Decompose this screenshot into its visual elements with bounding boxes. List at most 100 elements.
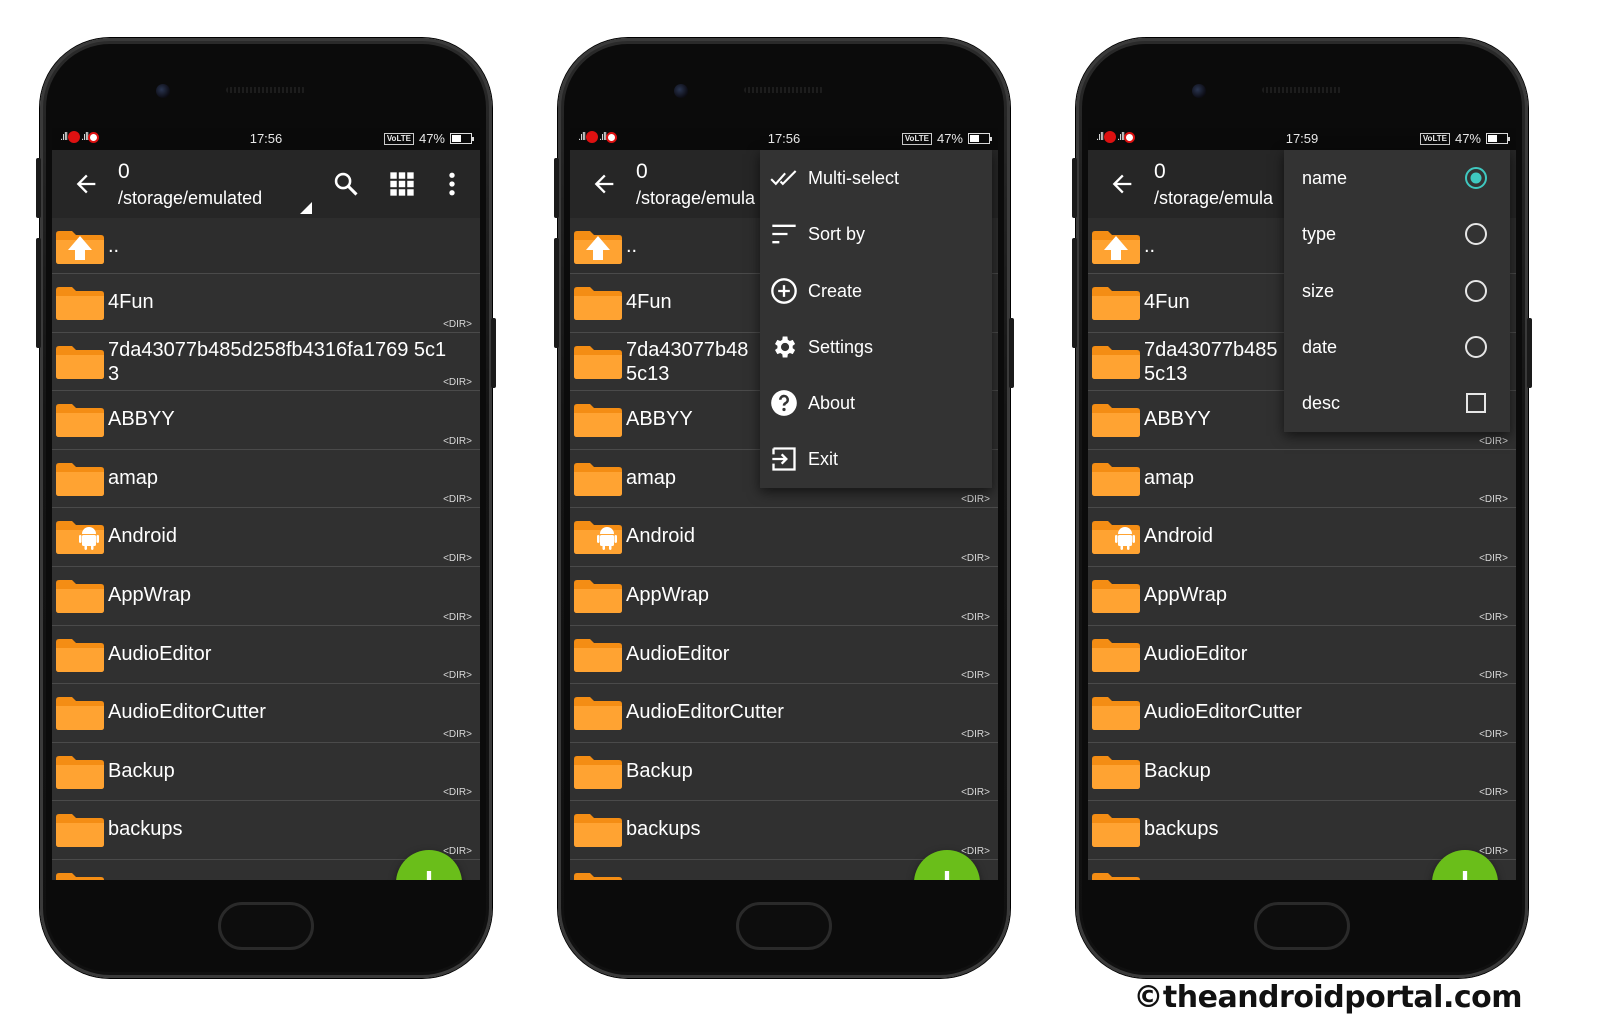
list-item[interactable]: backups <DIR>: [52, 801, 480, 860]
list-item[interactable]: Android <DIR>: [52, 508, 480, 567]
dir-label: <DIR>: [443, 552, 472, 564]
screen: .ıll .ıll 17:56 VoLTE 47% 0 /storage/emul…: [52, 128, 480, 880]
folder-name: AudioEditorCutter: [1144, 701, 1302, 724]
list-item[interactable]: amap <DIR>: [1088, 450, 1516, 509]
list-item[interactable]: AudioEditorCutter <DIR>: [52, 684, 480, 743]
android-folder-icon: [574, 520, 622, 554]
list-item[interactable]: ABBYY <DIR>: [52, 391, 480, 450]
more-options-icon[interactable]: [438, 170, 466, 198]
menu-item-label: Exit: [808, 449, 839, 470]
list-item[interactable]: amap <DIR>: [52, 450, 480, 509]
list-item[interactable]: AudioEditor <DIR>: [570, 626, 998, 685]
dir-label: <DIR>: [443, 494, 472, 506]
list-item[interactable]: 7da43077b485d258fb4316fa1769 5c13 <DIR>: [52, 333, 480, 392]
menu-item-exit[interactable]: Exit: [760, 431, 992, 487]
dir-label: <DIR>: [1479, 552, 1508, 564]
folder-name: Backup: [1144, 759, 1211, 782]
parent-directory-row[interactable]: ..: [52, 218, 480, 274]
menu-item-sort-by[interactable]: Sort by: [760, 206, 992, 262]
folder-name: 4Fun: [1144, 291, 1190, 313]
folder-icon: [1092, 345, 1140, 379]
menu-item-create[interactable]: Create: [760, 263, 992, 319]
battery-icon: [450, 133, 474, 144]
status-bar: .ıll .ıll 17:56 VoLTE 47%: [52, 128, 480, 150]
list-item[interactable]: AudioEditor <DIR>: [52, 626, 480, 685]
list-item[interactable]: backups <DIR>: [1088, 801, 1516, 860]
folder-name: backups: [108, 818, 183, 841]
phone-side-button: [491, 318, 496, 388]
current-path[interactable]: /storage/emula: [1154, 188, 1273, 209]
list-item[interactable]: Android <DIR>: [570, 508, 998, 567]
screen: .ıll .ıll 17:59 VoLTE 47% 0 /storage/emul…: [1088, 128, 1516, 880]
list-item[interactable]: AudioEditorCutter <DIR>: [570, 684, 998, 743]
current-path[interactable]: /storage/emulated: [118, 188, 262, 209]
speaker-grille: [226, 87, 306, 93]
folder-icon: [1092, 755, 1140, 789]
folder-icon: [574, 286, 622, 320]
folder-icon: [56, 872, 104, 880]
grid-view-icon[interactable]: [388, 170, 416, 198]
list-item[interactable]: AppWrap <DIR>: [570, 567, 998, 626]
radio-unselected-icon[interactable]: [1464, 222, 1488, 246]
dir-label: <DIR>: [443, 611, 472, 623]
sort-option-size[interactable]: size: [1284, 263, 1510, 319]
list-item[interactable]: AppWrap <DIR>: [1088, 567, 1516, 626]
folder-name-line-1: 7da43077b48: [626, 338, 749, 361]
speaker-grille: [744, 87, 824, 93]
folder-icon: [574, 345, 622, 379]
file-list: .. 4Fun <DIR> 7da43077b485d258fb4316fa17…: [52, 218, 480, 880]
dir-label: <DIR>: [1479, 728, 1508, 740]
folder-icon: [574, 462, 622, 496]
radio-selected-icon[interactable]: [1464, 166, 1488, 190]
sort-option-date[interactable]: date: [1284, 319, 1510, 375]
plus-icon: [413, 867, 445, 880]
list-item[interactable]: Backup <DIR>: [52, 743, 480, 802]
radio-unselected-icon[interactable]: [1464, 279, 1488, 303]
search-icon[interactable]: [332, 170, 360, 198]
folder-up-icon: [574, 230, 622, 264]
list-item[interactable]: backups <DIR>: [570, 801, 998, 860]
sort-option-desc[interactable]: desc: [1284, 375, 1510, 431]
folder-icon: [56, 638, 104, 672]
folder-up-icon: [56, 230, 104, 264]
plus-icon: [1449, 867, 1481, 880]
list-item[interactable]: Backup <DIR>: [570, 743, 998, 802]
back-arrow-icon[interactable]: [590, 170, 618, 198]
dir-label: <DIR>: [961, 728, 990, 740]
menu-item-multi-select[interactable]: Multi-select: [760, 150, 992, 206]
path-dropdown-icon[interactable]: [300, 202, 312, 214]
menu-item-about[interactable]: About: [760, 375, 992, 431]
folder-icon: [56, 579, 104, 613]
current-path[interactable]: /storage/emula: [636, 188, 755, 209]
battery-percent: 47%: [936, 131, 963, 146]
screen: .ıll .ıll 17:56 VoLTE 47% 0 /storage/emul…: [570, 128, 998, 880]
radio-unselected-icon[interactable]: [1464, 335, 1488, 359]
list-item[interactable]: AudioEditor <DIR>: [1088, 626, 1516, 685]
phone-side-button: [554, 158, 559, 218]
folder-name: backups: [1144, 818, 1219, 841]
folder-name-line-2: 5c13: [626, 362, 670, 385]
sort-option-name[interactable]: name: [1284, 150, 1510, 206]
folder-name: AudioEditor: [1144, 642, 1248, 665]
folder-icon: [574, 813, 622, 847]
list-item[interactable]: AudioEditorCutter <DIR>: [1088, 684, 1516, 743]
parent-directory-label: ..: [108, 235, 120, 257]
list-item[interactable]: 4Fun <DIR>: [52, 274, 480, 333]
checkbox-icon[interactable]: [1464, 391, 1488, 415]
list-item[interactable]: AppWrap <DIR>: [52, 567, 480, 626]
add-circle-icon: [770, 277, 798, 305]
back-arrow-icon[interactable]: [1108, 170, 1136, 198]
sort-option-type[interactable]: type: [1284, 206, 1510, 262]
folder-icon: [56, 403, 104, 437]
back-arrow-icon[interactable]: [72, 170, 100, 198]
battery-percent: 47%: [1454, 131, 1481, 146]
phone-side-button: [1072, 238, 1077, 348]
list-item[interactable]: Android <DIR>: [1088, 508, 1516, 567]
phone-side-button: [1527, 318, 1532, 388]
folder-name: Backup: [108, 759, 175, 782]
speaker-grille: [1262, 87, 1342, 93]
dir-label: <DIR>: [443, 377, 472, 389]
list-item[interactable]: Backup <DIR>: [1088, 743, 1516, 802]
folder-name: ABBYY: [108, 408, 175, 431]
menu-item-settings[interactable]: Settings: [760, 319, 992, 375]
